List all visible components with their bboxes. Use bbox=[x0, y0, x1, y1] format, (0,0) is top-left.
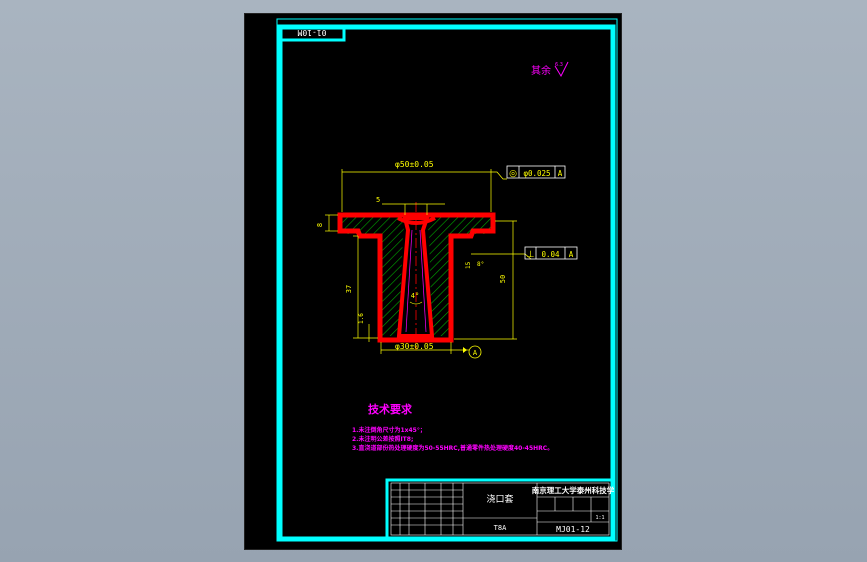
dim-total-height: 50 bbox=[499, 275, 507, 283]
part-section bbox=[337, 202, 496, 350]
dim-bottom-diameter: φ30±0.05 bbox=[395, 342, 434, 351]
part-material: T8A bbox=[494, 524, 507, 532]
tech-req-item-3: 3.直浇道部份热处理硬度为50-55HRC,普通零件热处理硬度40-45HRC。 bbox=[352, 444, 553, 452]
coaxiality-frame: ◎ φ0.025 A bbox=[506, 165, 566, 179]
tech-req-title: 技术要求 bbox=[368, 402, 413, 416]
dim-left-label: 1.6 bbox=[358, 313, 365, 324]
dim-sprue-angle: 4° bbox=[411, 292, 419, 300]
perpendicularity-symbol: ⊥ bbox=[527, 250, 535, 260]
dim-flange-thickness: 8 bbox=[316, 223, 324, 227]
dim-sprue-top: 5 bbox=[376, 196, 380, 204]
drawing-number: MJ01-12 bbox=[556, 525, 590, 534]
part-name: 浇口套 bbox=[486, 493, 513, 505]
datum-marker: A bbox=[463, 345, 482, 359]
perpendicularity-frame: ⊥ 0.04 A bbox=[524, 246, 578, 260]
dim-side-label: 15 bbox=[465, 261, 472, 269]
datum-letter: A bbox=[473, 349, 478, 357]
coaxiality-datum: A bbox=[558, 169, 563, 178]
cad-drawing: 01-10M 其余 6.3 φ50±0.05 φ30±0.05 8 37 50 … bbox=[276, 18, 618, 542]
dim-angle-label: 8° bbox=[477, 261, 484, 268]
roughness-symbol-icon: 6.3 bbox=[554, 61, 569, 78]
dim-body-length: 37 bbox=[345, 285, 353, 293]
perpendicularity-value: 0.04 bbox=[541, 250, 560, 259]
roughness-label: 其余 bbox=[531, 64, 551, 77]
school-name: 南京理工大学泰州科技学 bbox=[532, 485, 615, 495]
drawing-code-text: 01-10M bbox=[297, 28, 326, 37]
dimensions bbox=[325, 169, 532, 354]
dim-top-diameter: φ50±0.05 bbox=[395, 160, 434, 169]
tech-req-item-1: 1.未注倒角尺寸为1x45°； bbox=[352, 426, 426, 434]
drawing-sheet: 01-10M 其余 6.3 φ50±0.05 φ30±0.05 8 37 50 … bbox=[244, 13, 622, 550]
tech-req-item-2: 2.未注明公差按照IT8; bbox=[352, 435, 413, 443]
title-block: 浇口套 T8A 南京理工大学泰州科技学 1:1 MJ01-12 bbox=[385, 478, 615, 541]
sprue-channel bbox=[396, 216, 435, 338]
coaxiality-value: φ0.025 bbox=[523, 169, 550, 178]
roughness-value: 6.3 bbox=[555, 62, 563, 68]
perpendicularity-datum: A bbox=[569, 250, 574, 259]
coaxiality-symbol: ◎ bbox=[509, 169, 517, 179]
drawing-scale: 1:1 bbox=[595, 515, 604, 521]
